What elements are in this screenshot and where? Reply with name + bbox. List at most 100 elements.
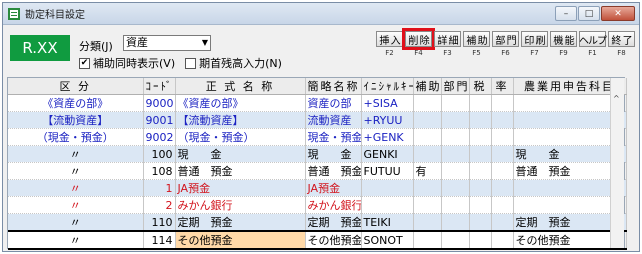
table-cell[interactable]: 《資産の部》 <box>175 94 306 112</box>
table-cell[interactable]: 〃 <box>8 145 144 163</box>
table-cell[interactable]: 資産の部 <box>305 94 362 112</box>
table-row[interactable]: 〃 1 JA預金 JA預金 <box>8 179 627 197</box>
table-cell[interactable] <box>469 111 492 129</box>
table-cell[interactable]: FUTUU <box>361 162 414 180</box>
table-cell[interactable] <box>469 145 492 163</box>
table-cell[interactable] <box>413 128 442 146</box>
column-header[interactable]: 率 <box>491 78 514 95</box>
table-cell[interactable]: 定期 預金 <box>305 213 362 232</box>
table-row[interactable]: 《資産の部》 9000 《資産の部》 資産の部 +SISA <box>8 94 627 112</box>
table-cell[interactable] <box>413 230 442 250</box>
table-cell[interactable] <box>491 213 514 232</box>
close-button[interactable]: ✕ <box>601 6 635 21</box>
table-cell[interactable]: みかん銀行 <box>175 196 306 214</box>
table-cell[interactable]: みかん銀行 <box>305 196 362 214</box>
fkey-button-3[interactable]: 補 助 <box>463 31 490 47</box>
table-row[interactable]: （現金・預金） 9002 （現金・預金） 現金・預金 +GENK <box>8 128 627 146</box>
table-cell[interactable]: TEIKI <box>361 213 414 232</box>
column-header[interactable]: 簡略名称 <box>305 78 362 95</box>
table-cell[interactable] <box>413 213 442 232</box>
table-cell[interactable]: +RYUU <box>361 111 414 129</box>
table-cell[interactable]: 2 <box>143 196 176 214</box>
table-cell[interactable] <box>413 196 442 214</box>
fkey-3[interactable]: 補 助 F5 <box>463 31 490 57</box>
table-cell[interactable] <box>491 179 514 197</box>
table-cell[interactable] <box>413 111 442 129</box>
table-row[interactable]: 〃 100 現 金現 金 GENKI 現 金 <box>8 145 627 163</box>
table-cell[interactable]: 108 <box>143 162 176 180</box>
table-cell[interactable]: SONOT <box>361 230 414 250</box>
column-header[interactable]: ｲﾆｼｬﾙｷｰ <box>361 78 414 95</box>
table-row[interactable]: 〃 2 みかん銀行 みかん銀行 <box>8 196 627 214</box>
table-row[interactable]: 〃 108 普通 預金 普通 預金 FUTUU 有普通 預金 <box>8 162 627 180</box>
table-cell[interactable]: 〃 <box>8 196 144 214</box>
table-cell[interactable]: 114 <box>143 230 176 250</box>
column-header[interactable]: 区 分 <box>8 78 144 95</box>
table-cell[interactable] <box>469 230 492 250</box>
table-cell[interactable] <box>413 94 442 112</box>
kind-select[interactable]: 資産 ▼ <box>123 35 211 51</box>
table-cell[interactable] <box>469 162 492 180</box>
table-cell[interactable] <box>441 213 470 232</box>
fkey-button-4[interactable]: 部 門 <box>492 31 519 47</box>
table-cell[interactable]: （現金・預金） <box>8 128 144 146</box>
aux-display-option[interactable]: ✔ 補助同時表示(V) <box>79 55 175 71</box>
table-cell[interactable] <box>441 111 470 129</box>
table-cell[interactable]: JA預金 <box>305 179 362 197</box>
fkey-button-1[interactable]: 削 除 <box>402 28 435 50</box>
minimize-button[interactable]: – <box>555 6 577 21</box>
table-cell[interactable]: 普通 預金 <box>305 162 362 180</box>
vertical-scrollbar[interactable]: ^ <box>610 78 624 248</box>
table-cell[interactable]: 9000 <box>143 94 176 112</box>
table-cell[interactable]: 《資産の部》 <box>8 94 144 112</box>
table-cell[interactable] <box>491 145 514 163</box>
table-cell[interactable]: 【流動資産】 <box>175 111 306 129</box>
table-cell[interactable] <box>491 111 514 129</box>
fkey-5[interactable]: 印 刷 F7 <box>521 31 548 57</box>
table-cell[interactable] <box>469 196 492 214</box>
fkey-button-0[interactable]: 挿 入 <box>376 31 403 47</box>
fkey-button-6[interactable]: 機 能 <box>550 31 577 47</box>
chevron-down-icon[interactable]: ▼ <box>202 36 208 50</box>
table-cell[interactable] <box>441 94 470 112</box>
table-cell[interactable] <box>413 145 442 163</box>
column-header[interactable]: 部門 <box>441 78 470 95</box>
fkey-1[interactable]: 削 除 F4 <box>402 28 435 57</box>
fkey-0[interactable]: 挿 入 F2 <box>376 31 403 57</box>
table-cell[interactable]: 9001 <box>143 111 176 129</box>
table-cell[interactable]: 100 <box>143 145 176 163</box>
table-cell[interactable] <box>491 196 514 214</box>
column-header[interactable]: 税 <box>469 78 492 95</box>
table-cell[interactable]: 〃 <box>8 179 144 197</box>
table-cell[interactable] <box>441 145 470 163</box>
table-cell[interactable]: 1 <box>143 179 176 197</box>
table-cell[interactable]: その他預金 <box>175 230 306 250</box>
table-cell[interactable]: 現金・預金 <box>305 128 362 146</box>
table-cell[interactable]: 現 金 <box>305 145 362 163</box>
table-cell[interactable] <box>413 179 442 197</box>
table-cell[interactable]: 【流動資産】 <box>8 111 144 129</box>
column-header[interactable]: 補助 <box>413 78 442 95</box>
fkey-4[interactable]: 部 門 F6 <box>492 31 519 57</box>
table-cell[interactable]: 流動資産 <box>305 111 362 129</box>
table-cell[interactable] <box>441 128 470 146</box>
table-cell[interactable] <box>491 94 514 112</box>
table-cell[interactable]: （現金・預金） <box>175 128 306 146</box>
table-cell[interactable] <box>469 128 492 146</box>
table-cell[interactable] <box>491 162 514 180</box>
table-cell[interactable]: 9002 <box>143 128 176 146</box>
opening-balance-checkbox[interactable] <box>185 57 197 69</box>
table-cell[interactable]: 〃 <box>8 162 144 180</box>
fkey-button-7[interactable]: ヘルプ <box>579 31 607 47</box>
aux-display-checkbox[interactable]: ✔ <box>79 57 90 69</box>
opening-balance-option[interactable]: 期首残高入力(N) <box>185 55 282 71</box>
table-cell[interactable]: 〃 <box>8 230 144 250</box>
fkey-6[interactable]: 機 能 F9 <box>550 31 577 57</box>
fkey-button-8[interactable]: 終 了 <box>608 31 635 47</box>
table-cell[interactable]: GENKI <box>361 145 414 163</box>
table-cell[interactable]: 有 <box>413 162 442 180</box>
table-cell[interactable] <box>441 196 470 214</box>
table-cell[interactable]: 〃 <box>8 213 144 232</box>
scroll-up-icon[interactable]: ^ <box>613 94 620 103</box>
table-cell[interactable]: +GENK <box>361 128 414 146</box>
